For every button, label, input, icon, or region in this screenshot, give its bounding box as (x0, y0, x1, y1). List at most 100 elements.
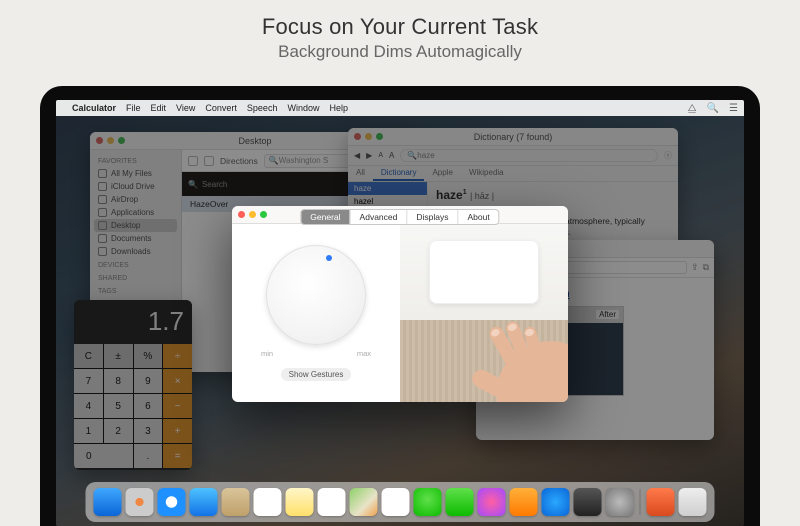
dock-app-ibooks[interactable] (510, 488, 538, 516)
menu-edit[interactable]: Edit (151, 103, 167, 113)
calc-key-4[interactable]: 4 (74, 394, 103, 418)
calc-key-plus[interactable]: + (163, 419, 192, 443)
zoom-icon[interactable] (260, 211, 267, 218)
dock-app-contacts[interactable] (222, 488, 250, 516)
dock-app-maps[interactable] (350, 488, 378, 516)
spotlight-icon[interactable]: 🔍 (707, 103, 719, 114)
dial-max-label: max (357, 349, 371, 358)
menu-window[interactable]: Window (287, 103, 319, 113)
dock-app-messages[interactable] (414, 488, 442, 516)
dock-app-launchpad[interactable] (126, 488, 154, 516)
dict-list-haze[interactable]: haze (348, 182, 427, 195)
calc-key-7[interactable]: 7 (74, 369, 103, 393)
prefs-tab-general[interactable]: General (301, 210, 350, 224)
dict-tab-dictionary[interactable]: Dictionary (373, 166, 425, 181)
calc-key-minus[interactable]: − (163, 394, 192, 418)
dock-app-appstore[interactable] (542, 488, 570, 516)
calc-key-decimal[interactable]: . (134, 444, 163, 468)
dict-tab-apple[interactable]: Apple (424, 166, 460, 181)
intensity-dial[interactable] (266, 245, 366, 345)
calc-key-equals[interactable]: = (163, 444, 192, 468)
hazeover-preferences-window[interactable]: General Advanced Displays About min max S… (232, 206, 568, 402)
dock-app-preferences[interactable] (606, 488, 634, 516)
desktop-screen: Calculator File Edit View Convert Speech… (56, 100, 744, 526)
gesture-demo (400, 224, 568, 402)
dict-back-button[interactable]: ◀ (354, 151, 360, 160)
wifi-icon[interactable]: ⧋ (688, 103, 697, 114)
dict-tab-wikipedia[interactable]: Wikipedia (461, 166, 512, 181)
calc-key-8[interactable]: 8 (104, 369, 133, 393)
sidebar-item-downloads[interactable]: Downloads (94, 245, 177, 258)
dictionary-search-input[interactable]: 🔍 haze (400, 149, 658, 162)
dictionary-tabs: All Dictionary Apple Wikipedia (348, 166, 678, 182)
dock-app-mail[interactable] (190, 488, 218, 516)
menu-speech[interactable]: Speech (247, 103, 278, 113)
prefs-tab-advanced[interactable]: Advanced (351, 210, 408, 224)
dict-textsize-large[interactable]: A (389, 151, 394, 160)
calc-key-divide[interactable]: ÷ (163, 344, 192, 368)
sidebar-hdr-devices: Devices (94, 258, 177, 271)
calc-key-percent[interactable]: % (134, 344, 163, 368)
finder-forward-button[interactable] (204, 156, 214, 166)
dock-app-itunes[interactable] (478, 488, 506, 516)
dock-app-facetime[interactable] (446, 488, 474, 516)
sidebar-item-airdrop[interactable]: AirDrop (94, 193, 177, 206)
dock-app-calendar[interactable] (254, 488, 282, 516)
calc-key-0[interactable]: 0 (74, 444, 133, 468)
minimize-icon[interactable] (249, 211, 256, 218)
finder-back-button[interactable] (188, 156, 198, 166)
sidebar-item-all-my-files[interactable]: All My Files (94, 167, 177, 180)
dock-separator (640, 489, 641, 515)
calculator-display: 1.7 (74, 300, 192, 344)
calc-key-9[interactable]: 9 (134, 369, 163, 393)
menubar: Calculator File Edit View Convert Speech… (56, 100, 744, 116)
dock-app-hazeover[interactable] (647, 488, 675, 516)
close-icon[interactable] (238, 211, 245, 218)
sidebar-item-documents[interactable]: Documents (94, 232, 177, 245)
dock-app-reminders[interactable] (318, 488, 346, 516)
calc-key-5[interactable]: 5 (104, 394, 133, 418)
dict-forward-button[interactable]: ▶ (366, 151, 372, 160)
hand-graphic (458, 320, 568, 402)
menu-file[interactable]: File (126, 103, 141, 113)
calculator-window[interactable]: 1.7 C ± % ÷ 7 8 9 × 4 5 6 − 1 2 3 + 0 . … (74, 300, 192, 470)
calc-key-1[interactable]: 1 (74, 419, 103, 443)
headline-subtitle: Background Dims Automagically (0, 42, 800, 62)
safari-share-icon[interactable]: ⇪ (691, 262, 699, 273)
sidebar-hdr-tags: Tags (94, 284, 177, 297)
dictionary-titlebar[interactable]: Dictionary (7 found) (348, 128, 678, 146)
prefs-titlebar[interactable]: General Advanced Displays About (232, 206, 568, 224)
prefs-tab-about[interactable]: About (458, 210, 498, 224)
sidebar-item-desktop[interactable]: Desktop (94, 219, 177, 232)
dock-app-notes[interactable] (286, 488, 314, 516)
dock-app-trash[interactable] (679, 488, 707, 516)
menu-help[interactable]: Help (329, 103, 348, 113)
calc-key-multiply[interactable]: × (163, 369, 192, 393)
calc-key-clear[interactable]: C (74, 344, 103, 368)
calc-key-6[interactable]: 6 (134, 394, 163, 418)
sidebar-item-icloud-drive[interactable]: iCloud Drive (94, 180, 177, 193)
dict-tab-all[interactable]: All (348, 166, 373, 181)
safari-tabs-icon[interactable]: ⧉ (703, 262, 709, 273)
dict-clear-search-icon[interactable]: ⓧ (664, 150, 672, 161)
menu-convert[interactable]: Convert (205, 103, 237, 113)
dict-textsize-small[interactable]: A (378, 152, 383, 159)
notification-icon[interactable]: ☰ (729, 103, 738, 114)
calc-key-3[interactable]: 3 (134, 419, 163, 443)
prefs-tab-displays[interactable]: Displays (407, 210, 458, 224)
dial-min-label: min (261, 349, 273, 358)
sidebar-hdr-shared: Shared (94, 271, 177, 284)
dock-app-safari[interactable] (158, 488, 186, 516)
dock[interactable] (86, 482, 715, 522)
prefs-segmented-tabs: General Advanced Displays About (300, 209, 499, 225)
calc-key-2[interactable]: 2 (104, 419, 133, 443)
show-gestures-button[interactable]: Show Gestures (281, 368, 352, 381)
dock-app-photos[interactable] (382, 488, 410, 516)
sidebar-item-applications[interactable]: Applications (94, 206, 177, 219)
calc-key-negate[interactable]: ± (104, 344, 133, 368)
dock-app-finder[interactable] (94, 488, 122, 516)
dock-app-dictionary[interactable] (574, 488, 602, 516)
dial-indicator (326, 255, 332, 261)
menubar-app-name[interactable]: Calculator (72, 103, 116, 113)
menu-view[interactable]: View (176, 103, 195, 113)
